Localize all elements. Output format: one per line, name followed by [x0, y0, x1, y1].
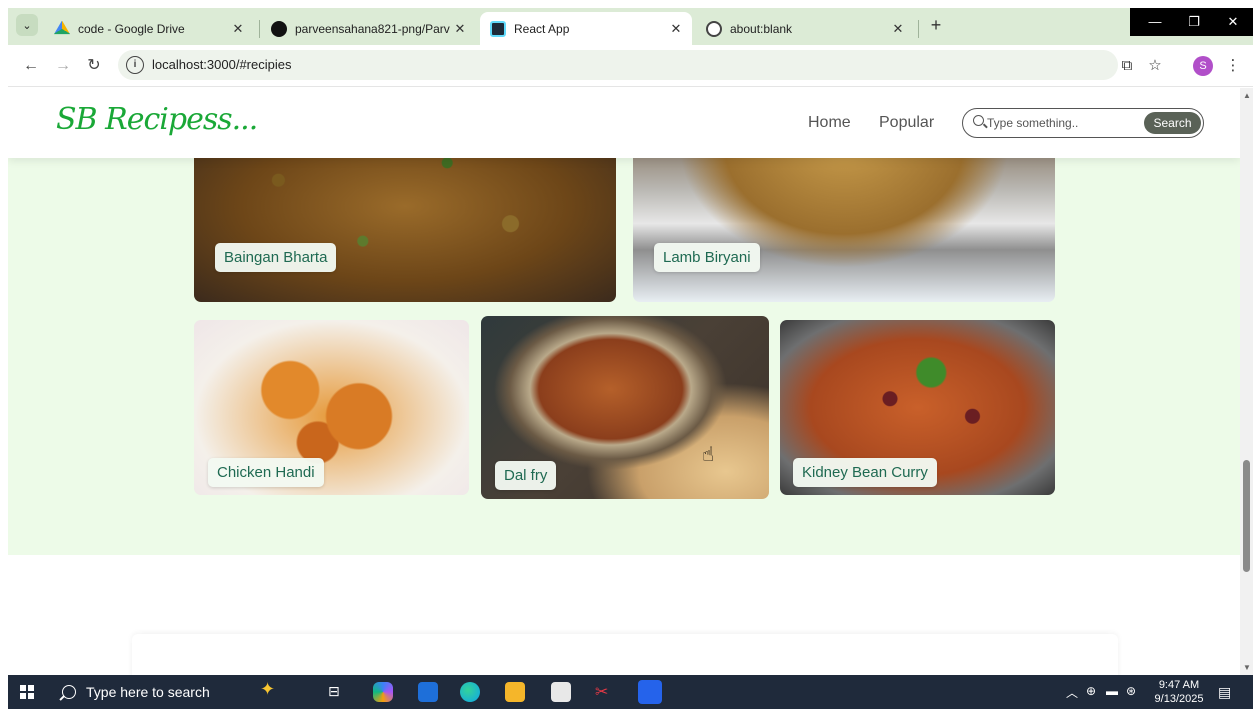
- windows-start-icon[interactable]: [20, 685, 34, 699]
- search-button[interactable]: Search: [1144, 112, 1201, 134]
- scroll-thumb[interactable]: [1243, 460, 1250, 572]
- install-app-icon[interactable]: ⧉: [1116, 55, 1138, 77]
- taskbar-clock[interactable]: 9:47 AM 9/13/2025: [1153, 678, 1205, 706]
- tab-search-chevron-icon[interactable]: ⌄: [16, 14, 38, 36]
- windows-taskbar: Type here to search ✦ ⊟ ✂ ︿ ⊕ ▬ ⊛ 9:47 A…: [8, 675, 1253, 709]
- profile-avatar[interactable]: S: [1193, 56, 1213, 76]
- site-navbar: SB Recipess... Home Popular Search: [8, 88, 1240, 158]
- github-icon: [271, 20, 287, 37]
- address-bar[interactable]: i localhost:3000/#recipies: [118, 50, 1118, 80]
- recipe-label: Dal fry: [495, 461, 557, 490]
- network-globe-icon[interactable]: ⊛: [1126, 684, 1136, 698]
- globe-icon: [706, 20, 722, 37]
- clock-date: 9/13/2025: [1154, 693, 1204, 705]
- tab-close-icon[interactable]: ✕: [888, 21, 908, 37]
- active-app-icon[interactable]: [638, 680, 662, 704]
- tab-react-app[interactable]: React App ✕: [480, 12, 692, 45]
- recipe-label: Baingan Bharta: [215, 243, 337, 272]
- tab-title: React App: [514, 21, 570, 36]
- close-window-icon[interactable]: ✕: [1214, 8, 1252, 36]
- taskbar-search[interactable]: Type here to search: [52, 675, 242, 709]
- search-box: Search: [962, 108, 1204, 138]
- search-icon: [62, 685, 76, 699]
- tab-about-blank[interactable]: about:blank ✕: [696, 12, 914, 45]
- site-info-icon[interactable]: i: [126, 56, 144, 74]
- hand-cursor-icon: ☝: [702, 444, 715, 466]
- microsoft-store-icon[interactable]: [551, 682, 571, 702]
- react-icon: [490, 20, 506, 37]
- page-scrollbar[interactable]: ▲ ▼: [1240, 88, 1253, 675]
- battery-icon[interactable]: ▬: [1106, 684, 1118, 698]
- tab-google-drive[interactable]: code - Google Drive ✕: [44, 12, 254, 45]
- tab-close-icon[interactable]: ✕: [450, 21, 470, 37]
- taskbar-search-placeholder: Type here to search: [86, 684, 210, 700]
- nav-home-link[interactable]: Home: [808, 114, 851, 132]
- url-text[interactable]: localhost:3000/#recipies: [152, 57, 291, 72]
- top-edge: [0, 0, 1253, 8]
- nav-popular-link[interactable]: Popular: [879, 114, 934, 132]
- google-drive-icon: [54, 20, 70, 35]
- copilot-app-icon[interactable]: [373, 682, 393, 702]
- screen: ⌄ code - Google Drive ✕ parveensahana821…: [0, 0, 1253, 709]
- reload-icon[interactable]: ↻: [83, 55, 105, 77]
- recipe-label: Chicken Handi: [208, 458, 324, 487]
- recipe-card-dal-fry[interactable]: Dal fry: [481, 316, 769, 499]
- tab-divider: [918, 20, 919, 38]
- tab-close-icon[interactable]: ✕: [666, 21, 686, 37]
- edge-browser-icon[interactable]: [460, 682, 480, 702]
- mail-icon[interactable]: [418, 682, 438, 702]
- tab-close-icon[interactable]: ✕: [228, 21, 248, 37]
- site-logo[interactable]: SB Recipess...: [56, 102, 258, 137]
- browser-menu-icon[interactable]: ⋮: [1222, 55, 1244, 77]
- restore-icon[interactable]: ❐: [1175, 8, 1213, 36]
- show-hidden-icons-chevron-icon[interactable]: ︿: [1066, 684, 1078, 701]
- forward-arrow-icon[interactable]: →: [52, 55, 74, 77]
- scroll-down-arrow-icon[interactable]: ▼: [1243, 663, 1251, 672]
- recipe-card-chicken-handi[interactable]: Chicken Handi: [194, 320, 469, 495]
- tab-divider: [259, 20, 260, 38]
- tab-title: about:blank: [730, 21, 793, 36]
- clock-time: 9:47 AM: [1158, 679, 1200, 691]
- address-bar-row: ← → ↻ i localhost:3000/#recipies ⧉ ☆ S ⋮: [8, 45, 1253, 87]
- task-view-icon[interactable]: ⊟: [328, 683, 348, 703]
- copilot-sparkle-icon[interactable]: ✦: [260, 679, 280, 699]
- snipping-tool-icon[interactable]: ✂: [595, 682, 615, 702]
- back-arrow-icon[interactable]: ←: [20, 55, 42, 77]
- search-icon: [973, 115, 984, 126]
- search-input[interactable]: [987, 113, 1137, 133]
- onedrive-icon[interactable]: ⊕: [1086, 684, 1096, 698]
- recipe-label: Lamb Biryani: [654, 243, 760, 272]
- recipe-label: Kidney Bean Curry: [793, 458, 937, 487]
- scroll-up-arrow-icon[interactable]: ▲: [1243, 91, 1251, 100]
- window-controls: — ❐ ✕: [1130, 8, 1253, 36]
- recipe-card-kidney-bean-curry[interactable]: Kidney Bean Curry: [780, 320, 1055, 495]
- minimize-icon[interactable]: —: [1136, 8, 1174, 36]
- next-section-card: [132, 634, 1118, 675]
- notifications-icon[interactable]: ▤: [1218, 684, 1231, 701]
- tab-github[interactable]: parveensahana821-png/Parvee ✕: [261, 12, 476, 45]
- bookmark-star-icon[interactable]: ☆: [1144, 55, 1166, 77]
- file-explorer-icon[interactable]: [505, 682, 525, 702]
- tab-title: parveensahana821-png/Parvee: [295, 21, 450, 36]
- new-tab-icon[interactable]: +: [925, 14, 947, 36]
- tab-title: code - Google Drive: [78, 21, 185, 36]
- browser-tab-strip: ⌄ code - Google Drive ✕ parveensahana821…: [8, 8, 1253, 45]
- page-viewport: Baingan Bharta Lamb Biryani Chicken Hand…: [8, 88, 1240, 675]
